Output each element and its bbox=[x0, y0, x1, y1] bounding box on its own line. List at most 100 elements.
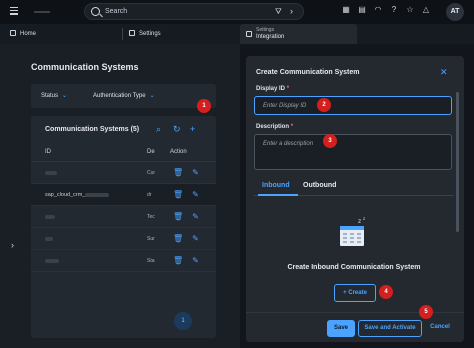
settings-icon bbox=[129, 30, 135, 36]
tab-integration-sublabel: Settings bbox=[256, 27, 275, 33]
table-row[interactable]: Cur 🗑 ✎ bbox=[31, 162, 216, 184]
filter-bar: Status ⌄ Authentication Type ⌄ bbox=[31, 84, 216, 108]
row-description: Sta bbox=[147, 258, 155, 264]
required-mark: * bbox=[286, 86, 290, 92]
redacted-text bbox=[85, 192, 110, 197]
edit-icon[interactable]: ✎ bbox=[191, 168, 200, 177]
dialog-scrollbar[interactable] bbox=[456, 92, 459, 232]
row-id: sap_cloud_crm_ bbox=[45, 192, 110, 198]
search-icon bbox=[91, 7, 100, 16]
empty-state-title: Create Inbound Communication System bbox=[287, 264, 421, 271]
refresh-icon[interactable]: ↻ bbox=[173, 124, 181, 135]
cancel-button[interactable]: Cancel bbox=[426, 320, 454, 337]
save-button[interactable]: Save bbox=[327, 320, 355, 337]
step-marker-2: 2 bbox=[317, 98, 331, 112]
table-row[interactable]: Sur 🗑 ✎ bbox=[31, 228, 216, 250]
avatar[interactable]: AT bbox=[446, 3, 464, 21]
step-marker-3: 3 bbox=[323, 134, 337, 148]
description-label-text: Description bbox=[256, 124, 290, 130]
row-id-text: sap_cloud_crm_ bbox=[45, 192, 86, 198]
tab-integration[interactable]: Settings Integration bbox=[240, 24, 357, 44]
row-id bbox=[45, 236, 53, 242]
tab-separator bbox=[122, 28, 123, 40]
notifications-icon[interactable]: △ bbox=[420, 5, 432, 14]
status-filter[interactable]: Status ⌄ bbox=[41, 92, 67, 99]
close-icon[interactable]: ✕ bbox=[440, 67, 448, 78]
menu-icon[interactable] bbox=[10, 7, 18, 15]
edit-icon[interactable]: ✎ bbox=[191, 234, 200, 243]
add-icon[interactable]: + bbox=[190, 124, 195, 134]
chevron-down-icon: ⌄ bbox=[149, 93, 155, 99]
chevron-right-icon[interactable]: › bbox=[290, 6, 293, 16]
delete-icon[interactable]: 🗑 bbox=[173, 256, 183, 265]
save-and-activate-button[interactable]: Save and Activate bbox=[358, 320, 422, 337]
column-header-id[interactable]: ID bbox=[45, 149, 51, 155]
svg-text:z: z bbox=[363, 216, 365, 221]
row-description: Sur bbox=[147, 236, 155, 242]
edit-icon[interactable]: ✎ bbox=[191, 212, 200, 221]
authentication-type-filter-label: Authentication Type bbox=[93, 93, 146, 99]
column-header-action: Action bbox=[170, 149, 187, 155]
delete-icon[interactable]: 🗑 bbox=[173, 168, 183, 177]
dialog-title: Create Communication System bbox=[256, 69, 360, 76]
page-title: Communication Systems bbox=[31, 62, 139, 72]
row-id bbox=[45, 214, 55, 220]
help-icon[interactable]: ? bbox=[388, 5, 400, 14]
redacted-text bbox=[45, 170, 57, 175]
tab-home-label: Home bbox=[20, 31, 37, 37]
step-marker-5: 5 bbox=[419, 305, 433, 319]
page-number-button[interactable]: 1 bbox=[174, 312, 192, 330]
tab-outbound[interactable]: Outbound bbox=[303, 182, 336, 189]
tab-settings[interactable]: Settings bbox=[129, 24, 161, 44]
table-row[interactable]: Tec 🗑 ✎ bbox=[31, 206, 216, 228]
column-header-description[interactable]: De bbox=[147, 149, 155, 155]
redacted-text bbox=[45, 236, 53, 241]
step-marker-1: 1 bbox=[197, 99, 211, 113]
tab-integration-label: Integration bbox=[256, 34, 285, 40]
notes-icon[interactable]: ▤ bbox=[356, 5, 368, 14]
step-marker-4: 4 bbox=[379, 285, 393, 299]
edit-icon[interactable]: ✎ bbox=[191, 190, 200, 199]
filter-icon[interactable]: ⛛ bbox=[275, 7, 282, 17]
delete-icon[interactable]: 🗑 bbox=[173, 234, 183, 243]
expand-sidebar-icon[interactable]: › bbox=[11, 240, 14, 250]
search-input[interactable]: Search bbox=[105, 8, 127, 15]
description-label: Description * bbox=[256, 124, 293, 130]
favorite-icon[interactable]: ☆ bbox=[404, 5, 416, 14]
display-id-label-text: Display ID bbox=[256, 86, 286, 92]
tab-bar: Home Settings bbox=[0, 24, 474, 44]
delete-icon[interactable]: 🗑 bbox=[173, 212, 183, 221]
search-icon[interactable]: ⌕ bbox=[156, 124, 161, 135]
table-row[interactable]: sap_cloud_crm_ dr 🗑 ✎ bbox=[31, 184, 216, 206]
headset-icon[interactable]: ◠ bbox=[372, 5, 384, 14]
create-inbound-button[interactable]: + Create bbox=[334, 284, 376, 302]
tab-settings-label: Settings bbox=[139, 31, 161, 37]
row-id bbox=[45, 258, 59, 264]
delete-icon[interactable]: 🗑 bbox=[173, 190, 183, 199]
app-finder-icon[interactable]: ▦ bbox=[340, 5, 352, 14]
row-description: Cur bbox=[147, 170, 156, 176]
table-title: Communication Systems (5) bbox=[45, 126, 140, 133]
empty-state-illustration-icon: z z bbox=[340, 216, 365, 246]
table-header: ID De Action bbox=[31, 144, 216, 162]
redacted-text bbox=[45, 214, 55, 219]
authentication-type-filter[interactable]: Authentication Type ⌄ bbox=[93, 92, 155, 99]
chevron-down-icon: ⌄ bbox=[62, 93, 68, 99]
integration-icon bbox=[246, 31, 252, 37]
required-mark: * bbox=[290, 124, 294, 130]
description-textarea[interactable]: Enter a description bbox=[254, 134, 452, 170]
row-id bbox=[45, 170, 57, 176]
display-id-label: Display ID * bbox=[256, 86, 289, 92]
shell-bar: Search ⛛ › ▦ ▤ ◠ ? ☆ △ AT bbox=[0, 0, 474, 24]
display-id-input[interactable]: Enter Display ID bbox=[254, 96, 452, 115]
row-description: Tec bbox=[147, 214, 155, 220]
edit-icon[interactable]: ✎ bbox=[191, 256, 200, 265]
tab-inbound[interactable]: Inbound bbox=[262, 182, 290, 189]
status-filter-label: Status bbox=[41, 93, 59, 99]
search-field[interactable]: Search ⛛ › bbox=[84, 3, 304, 20]
company-logo bbox=[34, 11, 50, 13]
direction-tabs: Inbound Outbound bbox=[254, 178, 454, 196]
table-row[interactable]: Sta 🗑 ✎ bbox=[31, 250, 216, 272]
active-tab-indicator bbox=[258, 194, 298, 196]
tab-home[interactable]: Home bbox=[10, 24, 36, 44]
